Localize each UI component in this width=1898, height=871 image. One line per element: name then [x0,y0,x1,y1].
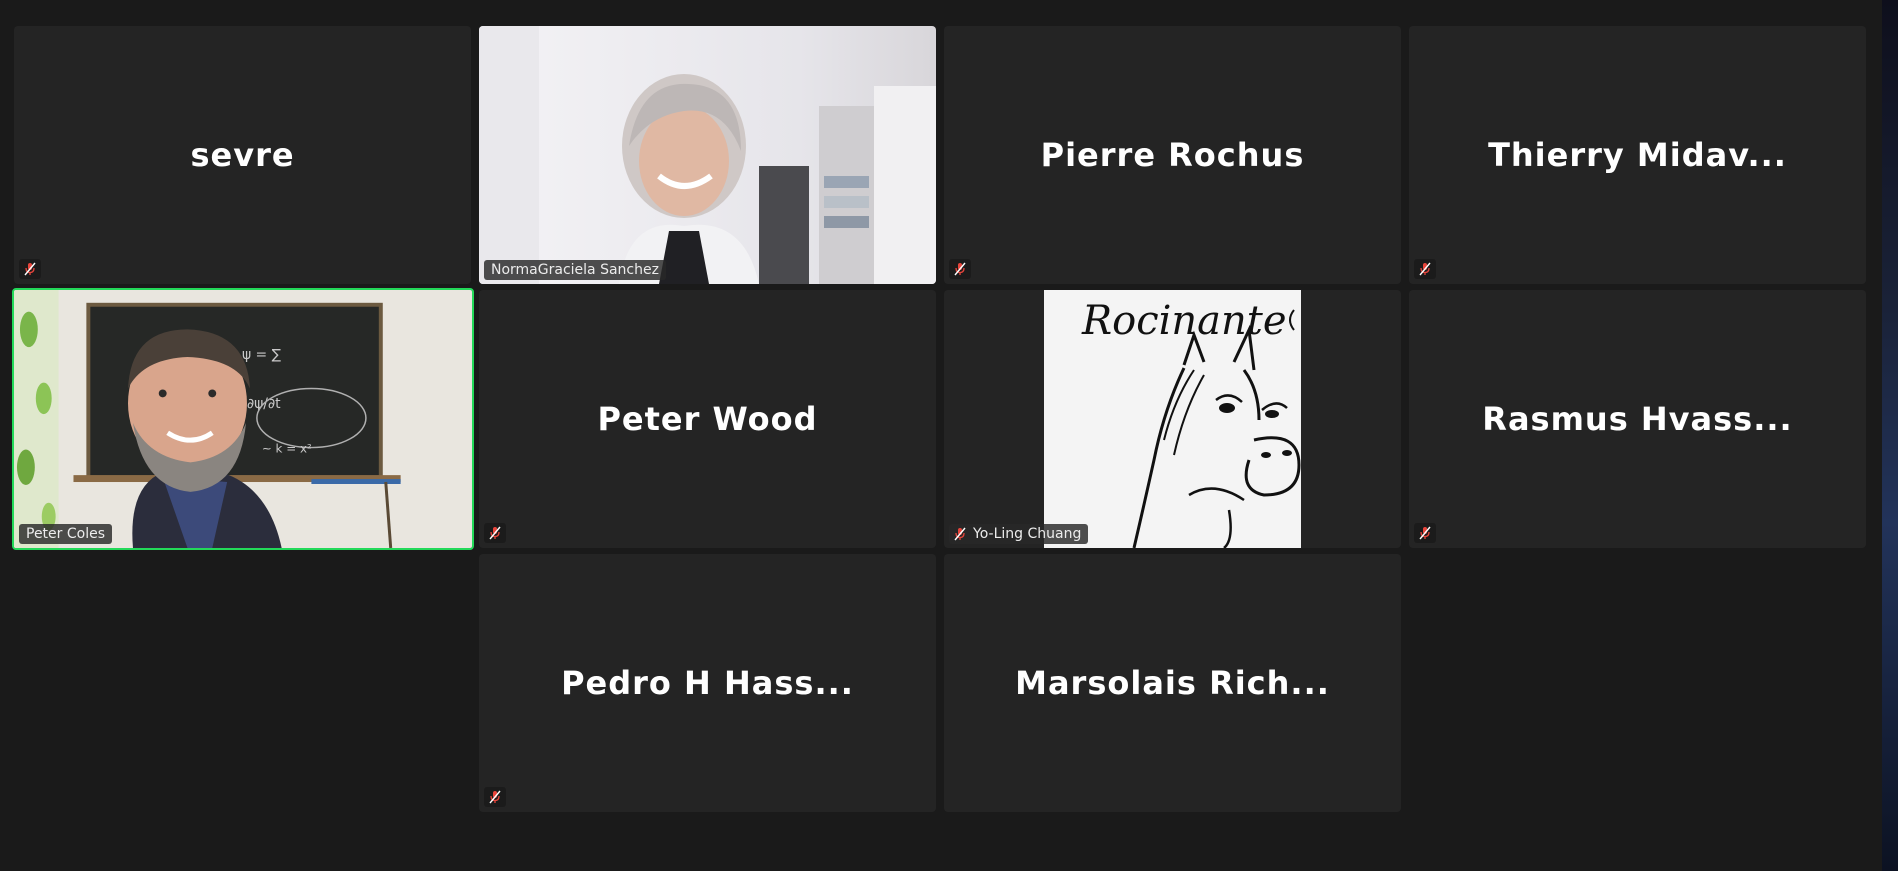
participant-name: Pedro H Hass... [561,664,854,702]
participant-name-label: NormaGraciela Sanchez [484,260,666,280]
microphone-muted-icon [1414,259,1436,279]
participant-name-label: Peter Coles [19,524,113,544]
participant-name: Peter Wood [597,400,818,438]
microphone-muted-icon [484,787,506,807]
participant-tile-sevre[interactable]: sevre [14,26,471,284]
participant-name: Pierre Rochus [1040,136,1305,174]
video-caption: Rocinante [1081,298,1287,344]
microphone-muted-icon [953,527,967,541]
participant-tile-pierre-rochus[interactable]: Pierre Rochus [944,26,1401,284]
participant-tile-normagraciela-sanchez[interactable]: NormaGraciela Sanchez [479,26,936,284]
microphone-muted-icon [949,259,971,279]
participant-tile-marsolais-rich[interactable]: Marsolais Rich... [944,554,1401,812]
microphone-muted-icon [19,259,41,279]
video-feed: Rocinante [1044,290,1301,548]
participant-name-label: Yo-Ling Chuang [949,524,1089,544]
participant-name: sevre [190,136,295,174]
participant-name: Rasmus Hvass... [1482,400,1793,438]
participant-tile-rasmus-hvass[interactable]: Rasmus Hvass... [1409,290,1866,548]
microphone-muted-icon [1414,523,1436,543]
participant-name: Yo-Ling Chuang [973,526,1082,542]
svg-text:ψ = ∑: ψ = ∑ [242,347,282,363]
participant-tile-pedro-h-hass[interactable]: Pedro H Hass... [479,554,936,812]
svg-text:~ k = x²: ~ k = x² [262,442,312,456]
microphone-muted-icon [484,523,506,543]
participant-tile-thierry-midav[interactable]: Thierry Midav... [1409,26,1866,284]
participant-tile-peter-wood[interactable]: Peter Wood [479,290,936,548]
desktop-background-edge [1882,0,1898,871]
participant-tile-peter-coles[interactable]: ψ = ∑ ∂ψ/∂t ~ k = x² Peter Coles [12,288,474,550]
participant-name: Thierry Midav... [1488,136,1787,174]
video-feed [479,26,936,284]
participant-name: Marsolais Rich... [1015,664,1330,702]
video-feed: ψ = ∑ ∂ψ/∂t ~ k = x² [14,290,472,548]
participant-tile-yo-ling-chuang[interactable]: Rocinante Yo-Ling Chuang [944,290,1401,548]
